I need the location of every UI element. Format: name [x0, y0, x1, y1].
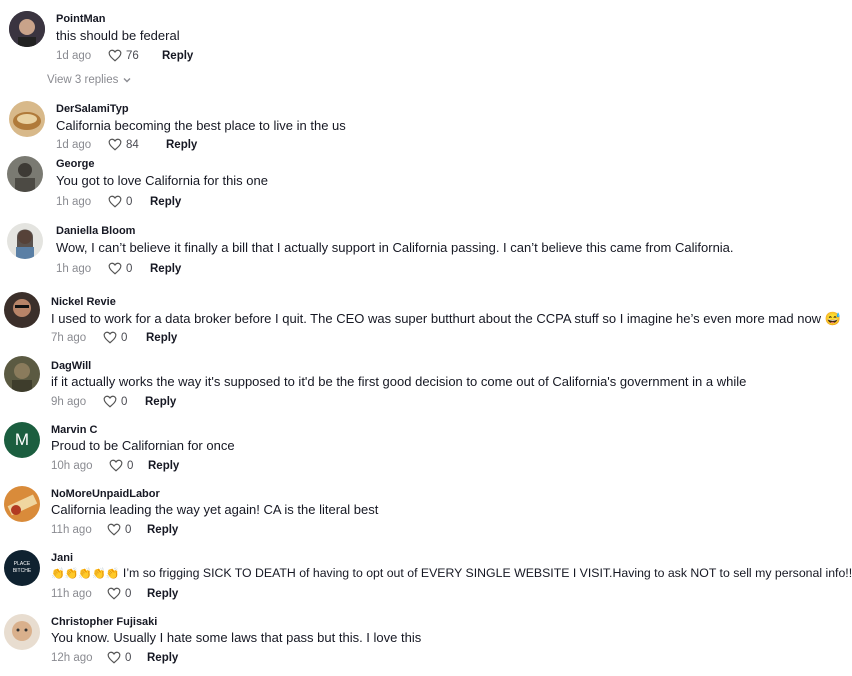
comment-username[interactable]: Jani: [51, 552, 73, 564]
like-count: 0: [126, 195, 133, 208]
comment-text-body: I’m so frigging SICK TO DEATH of having …: [122, 566, 852, 580]
reply-button[interactable]: Reply: [147, 652, 178, 664]
like-count: 0: [125, 587, 132, 600]
heart-icon: [108, 138, 122, 151]
comment-text: I used to work for a data broker before …: [51, 311, 841, 327]
chevron-down-icon: [123, 78, 131, 83]
heart-icon: [108, 195, 122, 208]
avatar-image-text: PLACE BITCHE: [12, 561, 32, 574]
comment-username[interactable]: Nickel Revie: [51, 296, 116, 308]
comment-text: this should be federal: [56, 28, 180, 43]
comment-time: 11h ago: [51, 523, 92, 536]
like-button[interactable]: 0: [109, 459, 153, 472]
comment-time: 7h ago: [51, 331, 87, 344]
heart-icon: [107, 651, 121, 664]
comment-text: You know. Usually I hate some laws that …: [51, 630, 422, 645]
comment-text: Proud to be Californian for once: [51, 438, 235, 453]
comment-username[interactable]: NoMoreUnpaidLabor: [51, 488, 160, 500]
comment-username[interactable]: Daniella Bloom: [56, 225, 135, 237]
like-count: 0: [121, 395, 128, 408]
comment-username[interactable]: PointMan: [56, 13, 106, 25]
heart-icon: [108, 262, 122, 275]
like-count: 76: [126, 49, 139, 62]
reply-button[interactable]: Reply: [166, 139, 197, 151]
reply-button[interactable]: Reply: [148, 460, 179, 472]
like-count: 0: [126, 262, 133, 275]
heart-icon: [103, 395, 117, 408]
like-button[interactable]: 0: [103, 331, 147, 344]
comment-username[interactable]: DerSalamiTyp: [56, 103, 129, 115]
like-button[interactable]: 0: [107, 587, 151, 600]
comment-time: 11h ago: [51, 587, 92, 600]
avatar[interactable]: PLACE BITCHE: [4, 550, 40, 586]
avatar[interactable]: [4, 292, 40, 328]
comment-time: 1d ago: [56, 49, 92, 62]
comment-username[interactable]: George: [56, 158, 95, 170]
reply-button[interactable]: Reply: [150, 263, 181, 275]
heart-icon: [103, 331, 117, 344]
comment-time: 1h ago: [56, 262, 92, 275]
avatar[interactable]: [9, 101, 45, 137]
heart-icon: [107, 587, 121, 600]
comment-text-body: I used to work for a data broker before …: [51, 311, 822, 326]
reply-button[interactable]: Reply: [145, 396, 176, 408]
comment-username[interactable]: DagWill: [51, 360, 91, 372]
heart-icon: [107, 523, 121, 536]
comment-text: California leading the way yet again! CA…: [51, 502, 379, 517]
comment-username[interactable]: Marvin C: [51, 424, 97, 436]
comment-time: 1d ago: [56, 138, 92, 151]
avatar[interactable]: [7, 223, 43, 259]
view-replies-button[interactable]: View 3 replies: [47, 74, 132, 86]
like-button[interactable]: 0: [107, 651, 151, 664]
reply-button[interactable]: Reply: [162, 50, 193, 62]
like-button[interactable]: 0: [108, 262, 152, 275]
like-count: 84: [126, 138, 139, 151]
comment-text: Wow, I can’t believe it finally a bill t…: [56, 240, 734, 255]
like-count: 0: [121, 331, 128, 344]
avatar[interactable]: [7, 156, 43, 192]
like-count: 0: [125, 523, 132, 536]
comment-text: You got to love California for this one: [56, 173, 268, 188]
comment-time: 10h ago: [51, 459, 93, 472]
comment-text: California becoming the best place to li…: [56, 118, 346, 133]
comment-time: 12h ago: [51, 651, 93, 664]
like-count: 0: [125, 651, 132, 664]
reply-button[interactable]: Reply: [147, 588, 178, 600]
avatar-letter: M: [14, 430, 30, 449]
avatar[interactable]: [4, 614, 40, 650]
reply-button[interactable]: Reply: [150, 196, 181, 208]
avatar[interactable]: [4, 486, 40, 522]
like-button[interactable]: 76: [108, 49, 152, 62]
reply-button[interactable]: Reply: [146, 332, 177, 344]
comment-text: 👏👏👏👏👏 I’m so frigging SICK TO DEATH of h…: [51, 566, 852, 580]
like-button[interactable]: 84: [108, 138, 152, 151]
reply-button[interactable]: Reply: [147, 524, 178, 536]
comment-time: 9h ago: [51, 395, 87, 408]
view-replies-label: View 3 replies: [47, 74, 119, 86]
like-button[interactable]: 0: [108, 195, 152, 208]
heart-icon: [108, 49, 122, 62]
like-count: 0: [127, 459, 134, 472]
sweat-smile-emoji: 😅: [824, 311, 841, 326]
heart-icon: [109, 459, 123, 472]
avatar[interactable]: [4, 356, 40, 392]
avatar[interactable]: M: [4, 422, 40, 458]
like-button[interactable]: 0: [107, 523, 151, 536]
clap-emojis: 👏👏👏👏👏: [51, 568, 120, 580]
comment-text: if it actually works the way it's suppos…: [51, 374, 747, 389]
like-button[interactable]: 0: [103, 395, 147, 408]
avatar[interactable]: [9, 11, 45, 47]
comment-username[interactable]: Christopher Fujisaki: [51, 616, 157, 628]
comment-time: 1h ago: [56, 195, 92, 208]
